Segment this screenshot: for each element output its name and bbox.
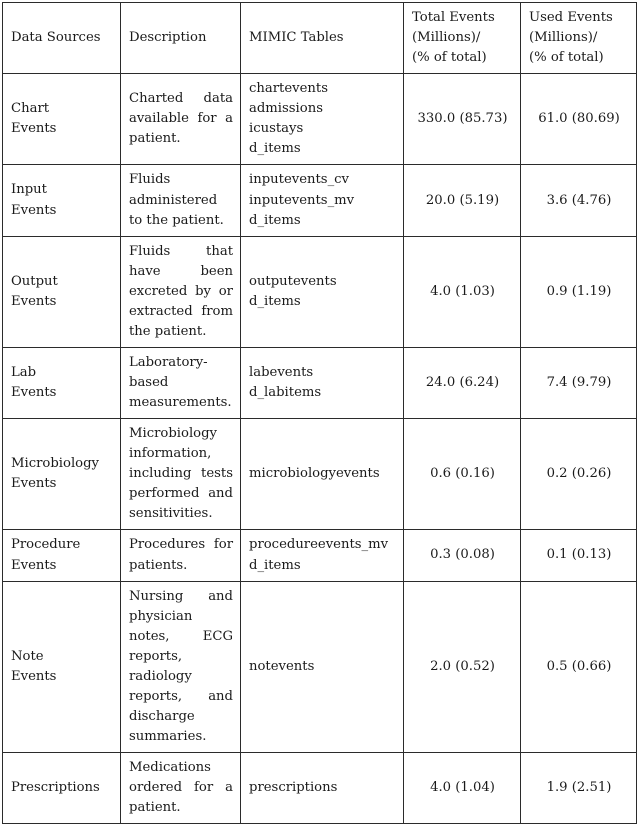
cell-data-source: Prescriptions [2,752,121,824]
cell-data-source: Microbiology Events [2,418,121,531]
cell-data-source: Chart Events [2,73,121,166]
cell-mimic-tables: chartevents admissions icustays d_items [240,73,404,166]
table-row: Chart Events Charted data available for … [2,73,637,166]
column-header-line: (Millions)/ [529,30,598,46]
column-header-total-events: Total Events (Millions)/ (% of total) [403,1,521,75]
table-row: Input Events Fluids administered to the … [2,164,637,237]
column-header-line: Data Sources [11,30,101,46]
cell-description: Laboratory-based measurements. [120,346,241,420]
cell-mimic-tables: notevents [240,580,404,754]
source-name-line: Note [11,648,44,664]
column-header-line: MIMIC Tables [249,30,344,46]
table-container: Data Sources Description MIMIC Tables To… [2,1,637,824]
source-name-line: Events [11,293,57,309]
cell-total-events: 24.0 (6.24) [403,346,521,420]
data-sources-table: Data Sources Description MIMIC Tables To… [2,1,637,824]
column-header-line: Total Events [412,10,495,25]
table-row: Note Events Nursing and physician notes,… [2,580,637,754]
cell-mimic-tables: procedureevents_mv d_items [240,529,404,582]
column-header-mimic-tables: MIMIC Tables [240,1,404,75]
source-name-line: Input [11,182,47,198]
cell-used-events: 0.1 (0.13) [520,529,637,582]
cell-used-events: 3.6 (4.76) [520,164,637,237]
source-name-line: Microbiology [11,456,99,472]
cell-total-events: 2.0 (0.52) [403,580,521,754]
source-name-line: Chart [11,101,50,117]
source-name-line: Lab [11,364,37,380]
source-name-line: Events [11,557,57,573]
source-name-line: Events [11,121,57,137]
cell-description: Medications ordered for a patient. [120,752,241,824]
cell-data-source: Lab Events [2,346,121,420]
cell-total-events: 20.0 (5.19) [403,164,521,237]
source-name-line: Prescriptions [11,780,100,796]
table-row: Prescriptions Medications ordered for a … [2,752,637,824]
source-name-line: Events [11,385,57,401]
table-row: Procedure Events Procedures for patients… [2,529,637,582]
column-header-line: (Millions)/ [412,30,481,46]
cell-description: Charted data available for a patient. [120,73,241,166]
cell-total-events: 0.3 (0.08) [403,529,521,582]
cell-mimic-tables: prescriptions [240,752,404,824]
cell-description: Nursing and physician notes, ECG reports… [120,580,241,754]
table-row: Microbiology Events Microbiology informa… [2,418,637,531]
source-name-line: Output [11,273,58,289]
cell-total-events: 0.6 (0.16) [403,418,521,531]
cell-description: Procedures for patients. [120,529,241,582]
cell-used-events: 7.4 (9.79) [520,346,637,420]
column-header-data-sources: Data Sources [2,1,121,75]
cell-data-source: Output Events [2,235,121,348]
table-row: Output Events Fluids that have been excr… [2,235,637,348]
cell-mimic-tables: labevents d_labitems [240,346,404,420]
source-name-line: Procedure [11,537,81,553]
column-header-line: (% of total) [529,50,604,66]
cell-used-events: 1.9 (2.51) [520,752,637,824]
cell-total-events: 330.0 (85.73) [403,73,521,166]
source-name-line: Events [11,476,57,492]
column-header-line: (% of total) [412,50,487,66]
source-name-line: Events [11,202,57,218]
cell-used-events: 0.5 (0.66) [520,580,637,754]
cell-description: Microbiology information, including test… [120,418,241,531]
cell-total-events: 4.0 (1.03) [403,235,521,348]
cell-description: Fluids that have been excreted by or ext… [120,235,241,348]
cell-mimic-tables: microbiologyevents [240,418,404,531]
table-header-row: Data Sources Description MIMIC Tables To… [2,1,637,75]
cell-used-events: 0.2 (0.26) [520,418,637,531]
cell-mimic-tables: outputevents d_items [240,235,404,348]
column-header-line: Description [129,30,207,46]
cell-data-source: Note Events [2,580,121,754]
column-header-line: Used Events [529,10,613,25]
cell-used-events: 0.9 (1.19) [520,235,637,348]
cell-description: Fluids administered to the patient. [120,164,241,237]
column-header-used-events: Used Events (Millions)/ (% of total) [520,1,637,75]
cell-total-events: 4.0 (1.04) [403,752,521,824]
cell-data-source: Input Events [2,164,121,237]
cell-data-source: Procedure Events [2,529,121,582]
column-header-description: Description [120,1,241,75]
table-row: Lab Events Laboratory-based measurements… [2,346,637,420]
cell-used-events: 61.0 (80.69) [520,73,637,166]
source-name-line: Events [11,668,57,684]
table-body: Data Sources Description MIMIC Tables To… [2,1,637,824]
cell-mimic-tables: inputevents_cv inputevents_mv d_items [240,164,404,237]
